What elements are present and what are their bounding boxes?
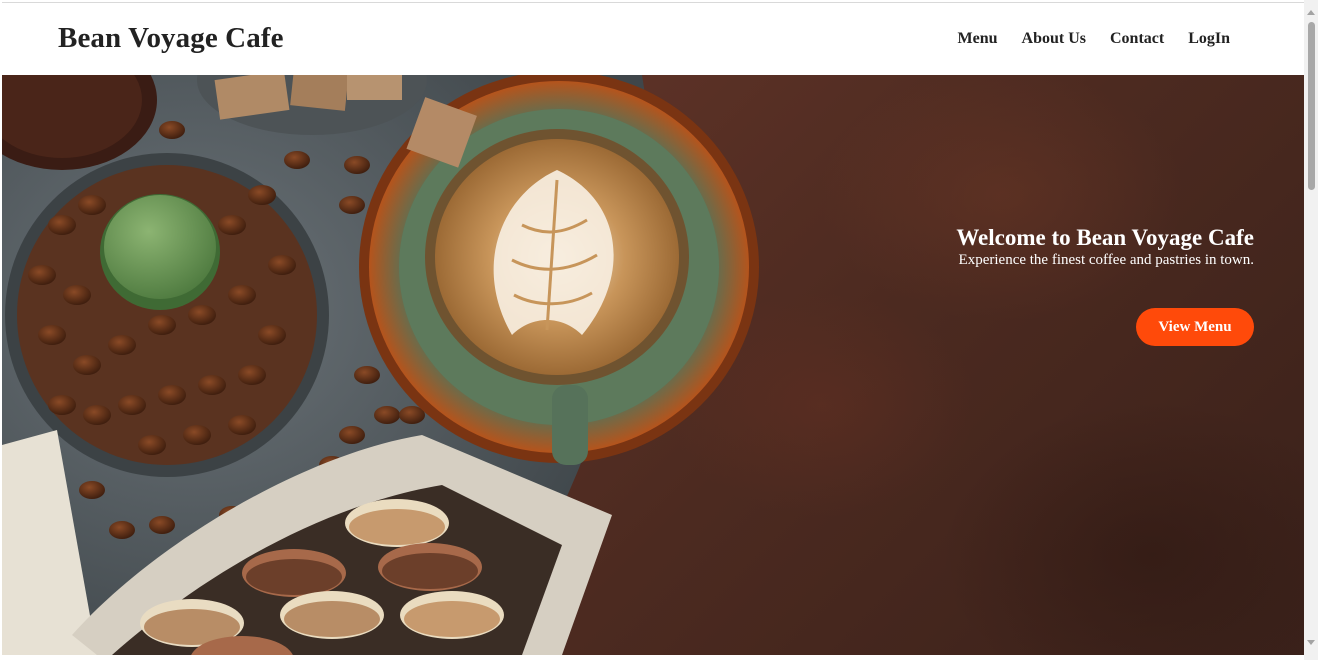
site-header: Bean Voyage Cafe Menu About Us Contact L… [2,2,1304,75]
hero-title: Welcome to Bean Voyage Cafe [956,225,1254,250]
nav-login-link[interactable]: LogIn [1188,30,1230,48]
vertical-scrollbar[interactable] [1304,0,1318,660]
nav-menu-link[interactable]: Menu [958,30,998,48]
hero-background-image [2,75,759,655]
brand-logo-text[interactable]: Bean Voyage Cafe [58,22,284,55]
main-nav: Menu About Us Contact LogIn [958,30,1230,48]
page-bottom-edge [0,655,1304,660]
view-menu-button[interactable]: View Menu [1136,308,1254,346]
nav-about-link[interactable]: About Us [1022,30,1086,48]
scrollbar-thumb[interactable] [1308,22,1315,190]
hero-text-block: Welcome to Bean Voyage Cafe Experience t… [956,225,1254,270]
hero-banner: Welcome to Bean Voyage Cafe Experience t… [2,75,1304,655]
hero-subtitle: Experience the finest coffee and pastrie… [958,252,1254,268]
scroll-down-arrow-icon[interactable] [1307,640,1315,645]
page: Bean Voyage Cafe Menu About Us Contact L… [0,0,1318,660]
scroll-up-arrow-icon[interactable] [1307,10,1315,15]
nav-contact-link[interactable]: Contact [1110,30,1164,48]
